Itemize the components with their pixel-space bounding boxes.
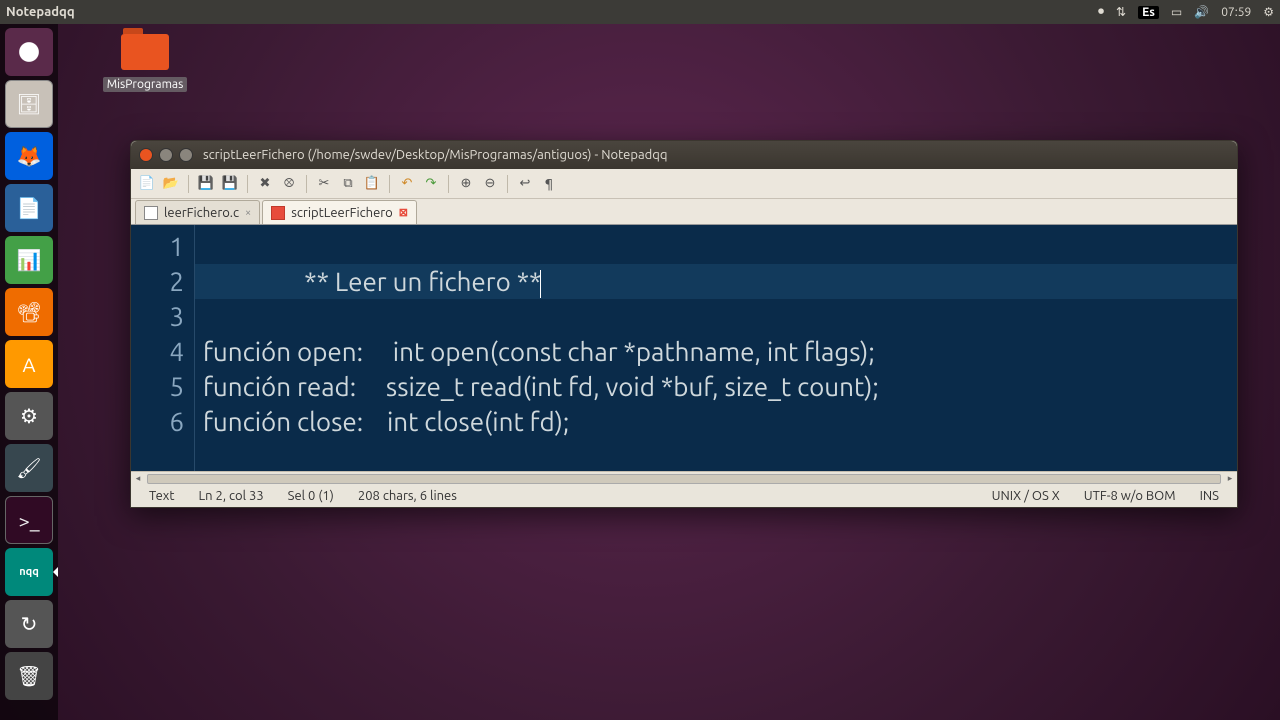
window-title: scriptLeerFichero (/home/swdev/Desktop/M… [203,148,667,162]
word-wrap-icon[interactable]: ↩ [515,174,535,194]
document-icon [144,206,158,220]
status-insert-mode[interactable]: INS [1188,489,1231,503]
notepadqq-icon[interactable]: nqq [5,548,53,596]
document-tabs: leerFichero.c × scriptLeerFichero ⊠ [131,199,1237,225]
tab-label: leerFichero.c [164,206,239,220]
window-maximize-button[interactable] [179,148,193,162]
tab-label: scriptLeerFichero [291,206,393,220]
code-line [195,299,1237,334]
code-line: función close: int close(int fd); [195,404,1237,439]
folder-icon [121,34,169,70]
calc-icon[interactable]: 📊 [5,236,53,284]
code-line [195,229,1237,264]
paint-icon[interactable]: 🖌 [5,444,53,492]
code-content[interactable]: ** Leer un fichero ** función open: int … [195,225,1237,471]
open-file-icon[interactable]: 📂 [161,174,181,194]
screencast-icon[interactable]: ⏺ [1098,5,1104,19]
titlebar[interactable]: scriptLeerFichero (/home/swdev/Desktop/M… [131,141,1237,169]
firefox-icon[interactable]: 🦊 [5,132,53,180]
save-icon[interactable]: 💾 [196,174,216,194]
code-line: función read: ssize_t read(int fd, void … [195,369,1237,404]
tab-scriptleerfichero[interactable]: scriptLeerFichero ⊠ [262,200,417,224]
save-all-icon[interactable]: 💾 [220,174,240,194]
status-encoding[interactable]: UTF-8 w/o BOM [1072,489,1188,503]
status-eol[interactable]: UNIX / OS X [980,489,1072,503]
network-icon[interactable]: ⇅ [1116,5,1126,19]
amazon-icon[interactable]: A [5,340,53,388]
status-selection: Sel 0 (1) [276,489,346,503]
unity-launcher: 🗄 🦊 📄 📊 📽 A ⚙ 🖌 >_ nqq ↻ 🗑 [0,24,58,720]
window-minimize-button[interactable] [159,148,173,162]
system-tray: ⏺ ⇅ Es ▭ 🔊 07:59 ⚙ [1098,5,1274,19]
main-toolbar: 📄 📂 💾 💾 ✖ ⮾ ✂ ⧉ 📋 ↶ ↷ ⊕ ⊖ ↩ ¶ [131,169,1237,199]
horizontal-scrollbar[interactable] [131,471,1237,485]
volume-icon[interactable]: 🔊 [1194,5,1209,19]
status-cursor-pos: Ln 2, col 33 [186,489,275,503]
writer-icon[interactable]: 📄 [5,184,53,232]
battery-icon[interactable]: ▭ [1171,5,1182,19]
zoom-out-icon[interactable]: ⊖ [480,174,500,194]
show-symbols-icon[interactable]: ¶ [539,174,559,194]
copy-icon[interactable]: ⧉ [338,174,358,194]
app-title: Notepadqq [6,5,1098,19]
scrollbar-thumb[interactable] [147,474,1221,484]
tab-close-icon[interactable]: ⊠ [399,206,408,219]
dash-home-icon[interactable] [5,28,53,76]
status-bar: Text Ln 2, col 33 Sel 0 (1) 208 chars, 6… [131,485,1237,507]
redo-icon[interactable]: ↷ [421,174,441,194]
document-modified-icon [271,206,285,220]
close-tab-icon[interactable]: ✖ [255,174,275,194]
files-icon[interactable]: 🗄 [5,80,53,128]
terminal-icon[interactable]: >_ [5,496,53,544]
folder-label: MisProgramas [103,77,188,92]
impress-icon[interactable]: 📽 [5,288,53,336]
undo-icon[interactable]: ↶ [397,174,417,194]
updates-icon[interactable]: ↻ [5,600,53,648]
notepadqq-window: scriptLeerFichero (/home/swdev/Desktop/M… [130,140,1238,508]
new-file-icon[interactable]: 📄 [137,174,157,194]
zoom-in-icon[interactable]: ⊕ [456,174,476,194]
text-cursor [540,270,541,298]
cut-icon[interactable]: ✂ [314,174,334,194]
trash-icon[interactable]: 🗑 [5,652,53,700]
window-close-button[interactable] [139,148,153,162]
tab-leerfichero-c[interactable]: leerFichero.c × [135,200,260,224]
clock[interactable]: 07:59 [1221,6,1251,19]
code-line: función open: int open(const char *pathn… [195,334,1237,369]
line-number-gutter: 123456 [131,225,195,471]
keyboard-lang[interactable]: Es [1138,6,1159,19]
code-line: ** Leer un fichero ** [195,264,1237,299]
settings-icon[interactable]: ⚙ [5,392,53,440]
system-top-panel: Notepadqq ⏺ ⇅ Es ▭ 🔊 07:59 ⚙ [0,0,1280,24]
tab-close-icon[interactable]: × [245,207,251,219]
session-icon[interactable]: ⚙ [1263,5,1274,19]
desktop-folder[interactable]: MisProgramas [100,34,190,92]
paste-icon[interactable]: 📋 [362,174,382,194]
close-all-icon[interactable]: ⮾ [279,174,299,194]
status-filetype: Text [137,489,186,503]
status-chars: 208 chars, 6 lines [346,489,469,503]
editor-area[interactable]: 123456 ** Leer un fichero ** función ope… [131,225,1237,471]
